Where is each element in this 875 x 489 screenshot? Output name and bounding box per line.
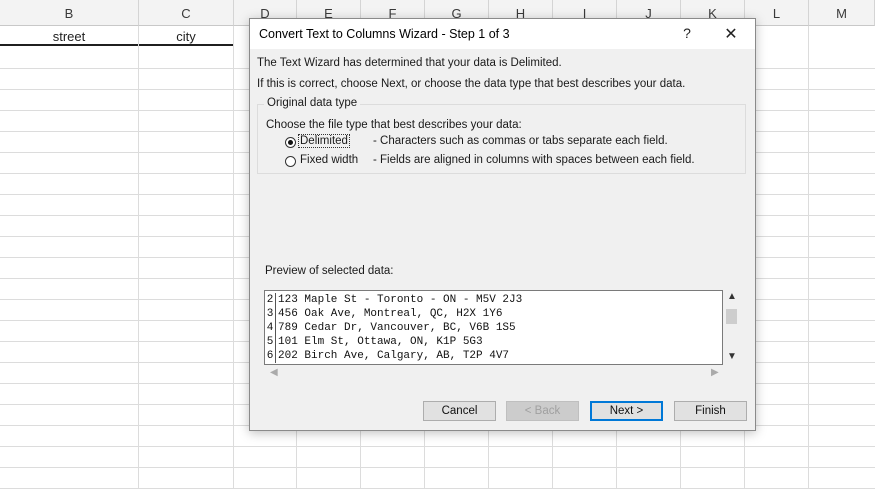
dialog-titlebar[interactable]: Convert Text to Columns Wizard - Step 1 … [250,19,755,49]
column-header-m[interactable]: M [809,0,875,26]
close-icon[interactable]: ✕ [722,24,740,44]
preview-row: 2 123 Maple St - Toronto - ON - M5V 2J3 [265,293,522,307]
preview-row: 6 202 Birch Ave, Calgary, AB, T2P 4V7 [265,349,509,363]
group-prompt: Choose the file type that best describes… [266,119,522,131]
preview-vertical-scrollbar[interactable]: ▲ ▼ [724,291,741,365]
original-data-type-group: Original data type Choose the file type … [257,97,746,174]
delimited-label[interactable]: Delimited [298,134,350,148]
cell-c1[interactable]: city [139,26,233,46]
preview-row-number: 5 [265,335,276,349]
preview-row-text: 456 Oak Ave, Montreal, QC, H2X 1Y6 [278,308,503,320]
preview-row-number: 3 [265,307,276,321]
fixed-width-radio[interactable] [285,156,296,167]
column-header-c[interactable]: C [139,0,234,26]
preview-row-text: 202 Birch Ave, Calgary, AB, T2P 4V7 [278,350,510,362]
intro-text-2: If this is correct, choose Next, or choo… [257,78,686,90]
preview-row-number: 6 [265,349,276,363]
group-title: Original data type [264,97,361,109]
cancel-button[interactable]: Cancel [423,401,496,421]
scroll-down-icon[interactable]: ▼ [727,351,737,362]
next-button[interactable]: Next > [590,401,663,421]
cell-b1[interactable]: street [0,26,138,46]
help-icon[interactable]: ? [680,25,694,41]
back-button[interactable]: < Back [506,401,579,421]
fixed-width-label[interactable]: Fixed width [300,154,358,166]
delimited-description: - Characters such as commas or tabs sepa… [373,135,668,147]
scroll-right-icon[interactable]: ▶ [711,367,719,378]
column-header-b[interactable]: B [0,0,139,26]
preview-row-text: 789 Cedar Dr, Vancouver, BC, V6B 1S5 [278,322,516,334]
preview-row-text: 123 Maple St - Toronto - ON - M5V 2J3 [278,294,523,306]
preview-row: 4 789 Cedar Dr, Vancouver, BC, V6B 1S5 [265,321,516,335]
finish-button[interactable]: Finish [674,401,747,421]
fixed-width-description: - Fields are aligned in columns with spa… [373,154,695,166]
text-to-columns-dialog: Convert Text to Columns Wizard - Step 1 … [249,18,756,431]
scroll-thumb[interactable] [726,309,737,324]
preview-row-text: 101 Elm St, Ottawa, ON, K1P 5G3 [278,336,483,348]
preview-row-number: 2 [265,293,276,307]
preview-row: 3 456 Oak Ave, Montreal, QC, H2X 1Y6 [265,307,502,321]
preview-row: 5 101 Elm St, Ottawa, ON, K1P 5G3 [265,335,483,349]
scroll-left-icon[interactable]: ◀ [270,367,278,378]
grid-line [0,467,875,468]
scroll-up-icon[interactable]: ▲ [727,291,737,302]
intro-text-1: The Text Wizard has determined that your… [257,57,562,69]
data-preview-box[interactable]: 2 123 Maple St - Toronto - ON - M5V 2J3 3… [264,290,723,365]
delimited-radio[interactable] [285,137,296,148]
preview-row-number: 4 [265,321,276,335]
preview-label: Preview of selected data: [265,265,394,277]
grid-line [0,446,875,447]
dialog-title: Convert Text to Columns Wizard - Step 1 … [259,27,510,41]
